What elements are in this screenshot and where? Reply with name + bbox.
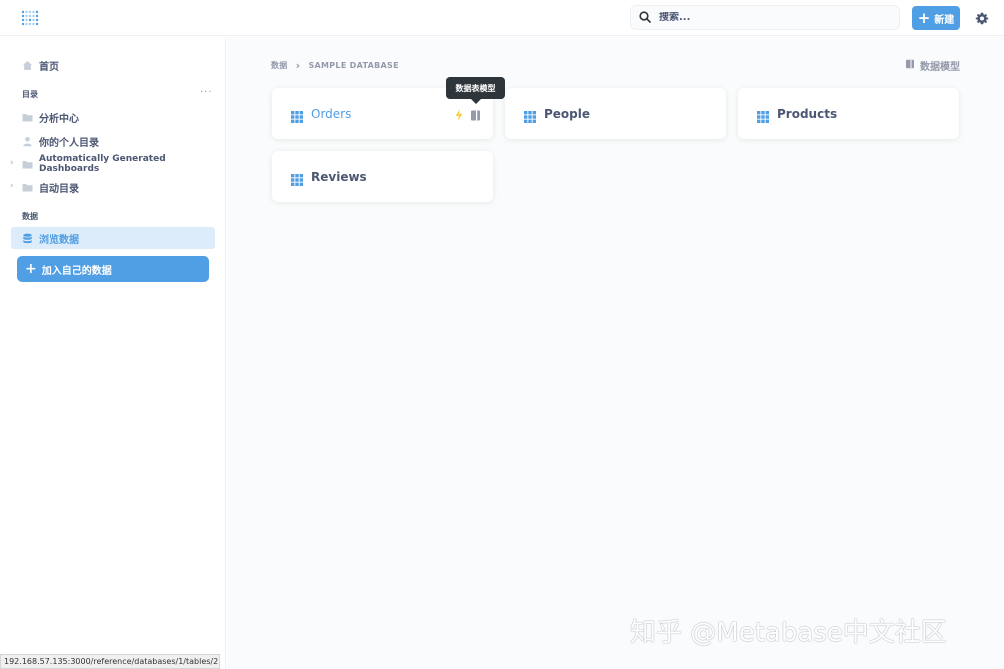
data-model-link[interactable]: 数据模型 (905, 58, 960, 73)
sidebar-item-label: 你的个人目录 (39, 137, 99, 149)
table-card-reviews[interactable]: Reviews (272, 151, 493, 202)
sidebar-item-label: 自动目录 (39, 183, 79, 195)
add-your-data-button[interactable]: + 加入自己的数据 (17, 256, 209, 282)
app-window: + 新建 首页 目录 ··· 分析中心 (0, 0, 1004, 669)
tooltip-data-model: 数据表模型 (446, 77, 505, 104)
person-icon (22, 136, 33, 147)
top-navbar: + 新建 (0, 0, 1004, 36)
table-name: People (544, 106, 591, 121)
collections-section-label: 目录 (22, 90, 38, 99)
table-icon (757, 108, 769, 123)
table-name: Reviews (311, 169, 367, 184)
table-card-people[interactable]: People (505, 88, 726, 139)
browser-status-bar: 192.168.57.135:3000/reference/databases/… (0, 654, 220, 669)
table-name: Products (777, 106, 838, 121)
plus-icon: + (917, 8, 931, 27)
sidebar-item-label: Automatically Generated Dashboards (39, 154, 166, 174)
gear-icon[interactable] (975, 11, 989, 25)
card-actions (455, 106, 481, 125)
table-icon (291, 108, 303, 123)
sidebar-item-label: 分析中心 (39, 113, 79, 125)
table-icon (524, 108, 536, 123)
search-bar[interactable] (630, 5, 900, 30)
plus-icon: + (25, 261, 37, 277)
chevron-right-icon[interactable]: › (10, 158, 14, 168)
search-icon (639, 8, 651, 27)
folder-icon (22, 182, 33, 193)
folder-icon (22, 112, 33, 123)
new-button-label: 新建 (934, 14, 955, 26)
breadcrumb: 数据 › SAMPLE DATABASE (271, 59, 399, 72)
metabase-logo[interactable] (20, 9, 40, 29)
table-icon (291, 171, 303, 186)
table-card-products[interactable]: Products (738, 88, 959, 139)
data-model-label: 数据模型 (920, 62, 960, 73)
database-icon (22, 233, 33, 244)
new-button[interactable]: + 新建 (912, 6, 960, 30)
breadcrumb-item-data[interactable]: 数据 (271, 60, 288, 71)
data-section-label: 数据 (22, 212, 38, 221)
sidebar-item-personal[interactable]: 你的个人目录 (11, 130, 215, 152)
more-options-icon[interactable]: ··· (200, 87, 213, 98)
watermark-text: 知乎 @Metabase中文社区 (630, 618, 947, 648)
sidebar-item-auto-dashboards[interactable]: › Automatically Generated Dashboards (10, 153, 215, 175)
sidebar-item-home[interactable]: 首页 (11, 54, 215, 76)
sidebar: 首页 目录 ··· 分析中心 你的个人目录 › Automatically Ge… (0, 37, 226, 669)
sidebar-item-browse-data[interactable]: 浏览数据 (11, 227, 215, 249)
sidebar-item-label: 首页 (39, 61, 59, 73)
main-content: 数据 › SAMPLE DATABASE 数据模型 Orders 数据表模型 P… (227, 37, 1004, 669)
book-icon[interactable] (470, 106, 481, 125)
breadcrumb-item-database: SAMPLE DATABASE (308, 61, 399, 70)
table-name: Orders (311, 106, 352, 121)
sidebar-item-label: 浏览数据 (39, 234, 79, 246)
home-icon (22, 60, 33, 71)
chevron-right-icon: › (295, 59, 301, 72)
folder-icon (22, 159, 33, 170)
book-icon (905, 59, 915, 72)
sidebar-item-analytics[interactable]: 分析中心 (11, 106, 215, 128)
lightning-icon[interactable] (455, 106, 463, 125)
chevron-right-icon[interactable]: › (10, 181, 14, 191)
sidebar-item-auto-collection[interactable]: › 自动目录 (10, 176, 215, 198)
add-data-label: 加入自己的数据 (41, 265, 112, 277)
search-input[interactable] (659, 12, 879, 23)
